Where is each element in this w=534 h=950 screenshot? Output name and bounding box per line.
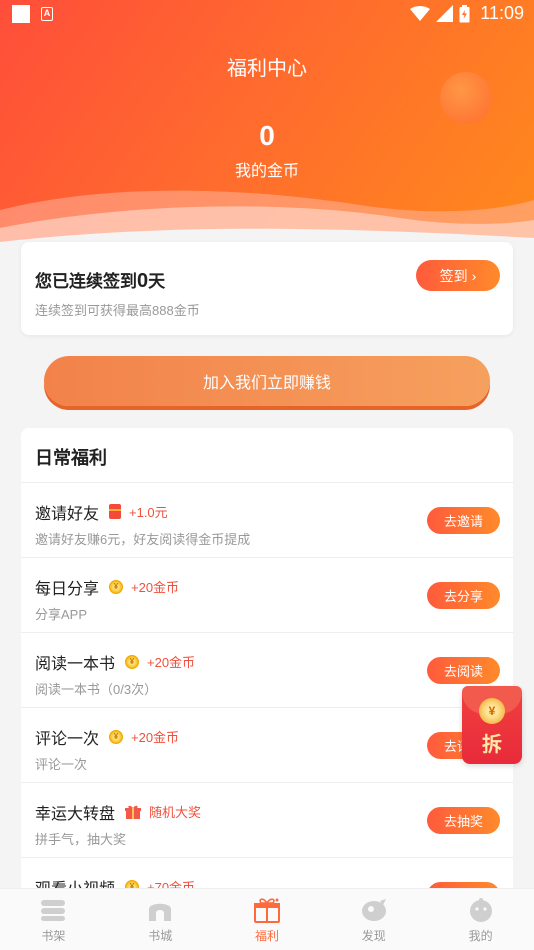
gift-icon	[125, 805, 141, 819]
task-share: 每日分享 ¥ +20金币 分享APP 去分享	[21, 557, 513, 632]
wifi-icon	[410, 5, 431, 21]
task-reward: 随机大奖	[149, 805, 202, 820]
task-desc: 阅读一本书（0/3次）	[35, 682, 158, 697]
task-reward: +20金币	[131, 580, 180, 595]
bookstore-icon	[146, 897, 174, 923]
task-lucky-wheel: 幸运大转盘 随机大奖 拼手气，抽大奖 去抽奖	[21, 782, 513, 857]
task-comment: 评论一次 ¥ +20金币 评论一次 去评论	[21, 707, 513, 782]
lottery-button[interactable]: 去抽奖	[427, 807, 500, 834]
task-desc: 分享APP	[35, 607, 88, 622]
invite-button[interactable]: 去邀请	[427, 507, 500, 534]
coin-icon: ¥	[479, 698, 505, 724]
battery-icon	[459, 4, 470, 22]
daily-welfare-title: 日常福利	[35, 448, 107, 468]
checkin-button[interactable]: 签到 ›	[416, 260, 500, 291]
task-name: 邀请好友	[35, 506, 100, 523]
coin-icon: ¥	[109, 729, 123, 744]
read-button[interactable]: 去阅读	[427, 657, 500, 684]
task-desc: 拼手气，抽大奖	[35, 832, 127, 847]
chevron-right-icon: ›	[471, 267, 477, 284]
task-name: 阅读一本书	[35, 656, 116, 673]
daily-welfare-card: 日常福利 邀请好友 +1.0元 邀请好友赚6元，好友阅读得金币提成 去邀请 每日…	[21, 428, 513, 898]
tab-welfare[interactable]: 福利	[214, 889, 321, 950]
task-name: 每日分享	[35, 581, 100, 598]
join-button[interactable]: 加入我们立即赚钱	[44, 356, 490, 406]
page-title: 福利中心	[227, 58, 307, 80]
task-name: 评论一次	[35, 731, 100, 748]
signal-icon	[436, 5, 454, 22]
open-red-packet-label: 拆	[482, 734, 502, 756]
tab-bookstore[interactable]: 书城	[107, 889, 214, 950]
checkin-card: 您已连续签到0天 连续签到可获得最高888金币 签到 ›	[21, 242, 513, 335]
task-desc: 评论一次	[35, 757, 88, 772]
sim-icon: A	[41, 7, 53, 21]
tab-label: 发现	[361, 929, 386, 943]
coin-icon: ¥	[125, 654, 139, 669]
coin-balance-label: 我的金币	[234, 163, 299, 180]
checkin-button-label: 签到	[439, 267, 468, 284]
checkin-title-suffix: 天	[148, 272, 166, 291]
task-reward: +20金币	[147, 655, 196, 670]
checkin-subtitle: 连续签到可获得最高888金币	[35, 303, 200, 318]
tab-label: 书城	[148, 929, 173, 943]
task-reward: +1.0元	[129, 505, 168, 520]
checkin-title: 您已连续签到0天	[35, 267, 165, 293]
bookshelf-icon	[39, 897, 67, 923]
tab-label: 福利	[254, 929, 279, 943]
checkin-days: 0	[137, 270, 149, 292]
notification-icon	[12, 5, 30, 23]
share-button[interactable]: 去分享	[427, 582, 500, 609]
red-envelope-icon	[109, 504, 121, 519]
tab-label: 书架	[41, 929, 66, 943]
gift-icon	[253, 897, 281, 923]
coin-balance: 0	[259, 120, 275, 151]
task-reward: +20金币	[131, 730, 180, 745]
bottom-tab-bar: 书架 书城 福利 发现 我的	[0, 888, 534, 950]
checkin-title-prefix: 您已连续签到	[35, 272, 137, 291]
task-name: 幸运大转盘	[35, 806, 116, 823]
tab-label: 我的	[468, 929, 493, 943]
tab-discover[interactable]: 发现	[320, 889, 427, 950]
profile-icon	[467, 897, 495, 923]
task-invite: 邀请好友 +1.0元 邀请好友赚6元，好友阅读得金币提成 去邀请	[21, 482, 513, 557]
discover-icon	[360, 897, 388, 923]
coin-icon: ¥	[109, 579, 123, 594]
wave-decoration	[0, 190, 534, 250]
tab-profile[interactable]: 我的	[427, 889, 534, 950]
status-bar: A 11:09	[0, 0, 534, 28]
floating-red-packet[interactable]: ¥ 拆	[462, 686, 522, 764]
header-banner: 福利中心 0 我的金币	[0, 0, 534, 250]
task-read: 阅读一本书 ¥ +20金币 阅读一本书（0/3次） 去阅读	[21, 632, 513, 707]
tab-bookshelf[interactable]: 书架	[0, 889, 107, 950]
clock: 11:09	[480, 3, 524, 23]
task-desc: 邀请好友赚6元，好友阅读得金币提成	[35, 532, 251, 547]
